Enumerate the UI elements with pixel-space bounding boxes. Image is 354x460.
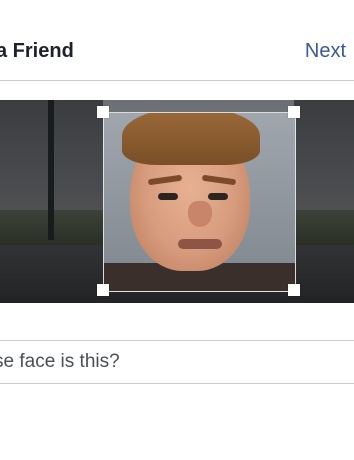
face-question-row[interactable]: se face is this? [0, 340, 354, 384]
crop-dim-left [0, 100, 103, 303]
face-question-text: se face is this? [0, 351, 120, 372]
photo-eye-left [158, 193, 178, 200]
face-crop-box[interactable] [103, 112, 296, 292]
photo-hair [122, 113, 260, 165]
crop-dim-right [294, 100, 354, 303]
page-title: a Friend [0, 40, 74, 62]
photo-eye-right [208, 193, 228, 200]
photo-nose [188, 201, 212, 227]
photo-mouth [178, 239, 222, 249]
photo-cropper[interactable] [0, 100, 354, 303]
crop-handle-top-right[interactable] [288, 106, 300, 118]
next-button[interactable]: Next [305, 40, 346, 63]
crop-handle-top-left[interactable] [97, 106, 109, 118]
crop-handle-bottom-right[interactable] [288, 284, 300, 296]
header-bar: a Friend Next [0, 0, 354, 81]
crop-handle-bottom-left[interactable] [97, 284, 109, 296]
